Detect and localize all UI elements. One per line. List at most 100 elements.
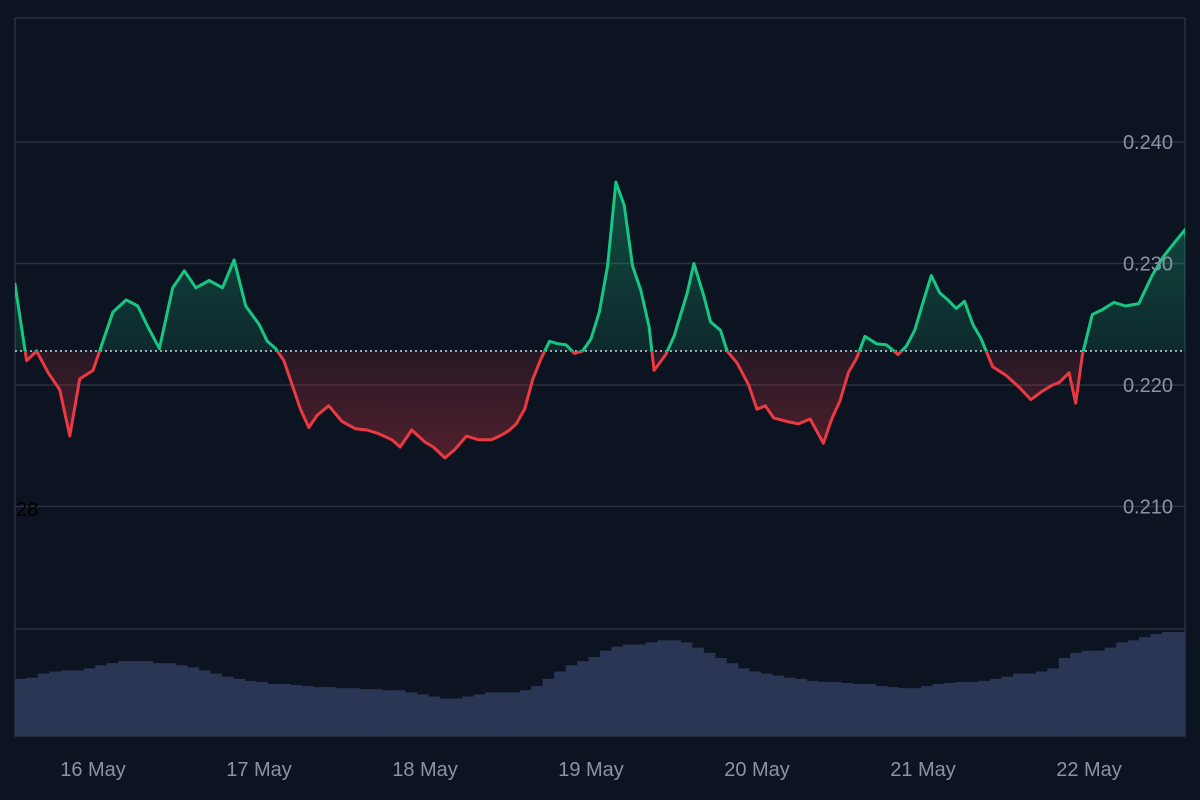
- x-tick-label: 17 May: [226, 759, 292, 781]
- volume-bar: [737, 668, 750, 736]
- volume-bar: [691, 647, 704, 736]
- volume-bar: [634, 644, 647, 736]
- volume-bar: [622, 644, 636, 736]
- volume-bar: [267, 684, 280, 736]
- volume-bar: [221, 676, 234, 736]
- volume-bar: [817, 681, 831, 736]
- y-tick-label: 0.240: [1123, 132, 1173, 154]
- volume-bar: [15, 678, 28, 736]
- volume-bar: [921, 686, 934, 736]
- volume-bar: [531, 686, 544, 736]
- volume-bar: [210, 673, 223, 736]
- volume-bar: [405, 692, 418, 736]
- volume-bar: [978, 680, 991, 736]
- volume-bar: [485, 692, 498, 736]
- volume-bar: [313, 687, 326, 736]
- volume-bar: [141, 661, 154, 736]
- volume-bar: [1012, 673, 1026, 736]
- volume-bar: [898, 688, 911, 736]
- volume-bar: [244, 680, 257, 736]
- volume-bar: [496, 692, 509, 736]
- volume-bar: [382, 690, 395, 736]
- x-tick-label: 22 May: [1056, 759, 1122, 781]
- volume-bar: [175, 665, 188, 736]
- volume-bar: [714, 658, 727, 736]
- volume-bar: [863, 684, 876, 736]
- volume-bar: [1173, 632, 1186, 736]
- price-chart: 0.210 0.220 0.230 0.240 16 May 17 May 18 May 1…: [0, 0, 1200, 800]
- volume-bar: [703, 652, 716, 736]
- volume-bar: [37, 673, 51, 736]
- volume-bar: [806, 680, 819, 736]
- x-tick-label: 19 May: [558, 759, 624, 781]
- y-tick-label: 0.230: [1123, 254, 1173, 276]
- volume-bar: [1058, 658, 1071, 736]
- y-tick-label: 0.210: [1123, 497, 1173, 519]
- volume-bar: [164, 663, 177, 736]
- volume-bar: [645, 642, 658, 736]
- volume-bar: [336, 688, 349, 736]
- volume-bar: [290, 685, 303, 736]
- volume-bar: [278, 684, 291, 736]
- volume-bar: [680, 642, 693, 736]
- volume-bar: [370, 689, 383, 736]
- volume-bar: [508, 692, 521, 736]
- volume-bar: [875, 686, 888, 736]
- volume-bar: [783, 677, 796, 736]
- volume-bar: [49, 671, 62, 736]
- volume-bar: [1104, 647, 1117, 736]
- volume-bar: [26, 677, 39, 736]
- volume-bar: [588, 656, 601, 736]
- volume-bar: [519, 690, 532, 736]
- volume-bar: [554, 671, 567, 736]
- volume-bar: [944, 682, 957, 736]
- volume-bar: [657, 640, 670, 736]
- volume-bar: [198, 670, 211, 736]
- volume-bar: [795, 678, 808, 736]
- volume-bar: [462, 696, 475, 736]
- volume-bar: [187, 667, 200, 736]
- volume-bar: [852, 684, 865, 736]
- volume-bar: [967, 681, 980, 736]
- volume-bar: [840, 682, 853, 736]
- volume-bar: [542, 678, 555, 736]
- volume-bar: [1047, 668, 1060, 736]
- volume-bar: [1001, 676, 1014, 736]
- volume-bar: [152, 663, 165, 736]
- volume-bar: [726, 663, 739, 736]
- volume-bar: [1162, 632, 1175, 736]
- volume-bar: [668, 640, 681, 736]
- volume-bar: [106, 663, 119, 736]
- volume-bar: [772, 675, 785, 736]
- volume-bar: [416, 694, 429, 736]
- volume-bar: [886, 687, 899, 736]
- volume-bar: [955, 681, 968, 736]
- volume-bar: [749, 671, 762, 736]
- volume-bar: [324, 687, 337, 736]
- volume-bar: [60, 670, 73, 736]
- volume-bar: [301, 686, 314, 736]
- stray-label: 28: [16, 499, 38, 521]
- volume-bar: [347, 688, 360, 736]
- volume-bar: [1127, 640, 1140, 736]
- volume-bar: [932, 684, 945, 736]
- volume-bar: [255, 681, 268, 736]
- x-tick-label: 20 May: [724, 759, 790, 781]
- volume-bar: [600, 650, 613, 736]
- volume-bar: [990, 678, 1003, 736]
- volume-bar: [118, 661, 131, 736]
- volume-bar: [1150, 634, 1163, 736]
- volume-bar: [439, 698, 452, 736]
- volume-bar: [473, 694, 486, 736]
- volume-bar: [1116, 642, 1129, 736]
- volume-bar: [1035, 671, 1048, 736]
- volume-bar: [129, 661, 142, 736]
- x-tick-label: 21 May: [890, 759, 956, 781]
- volume-bar: [95, 665, 108, 736]
- y-tick-label: 0.220: [1123, 375, 1173, 397]
- x-tick-label: 16 May: [60, 759, 126, 781]
- volume-bar: [1081, 650, 1094, 736]
- volume-bar: [565, 665, 578, 736]
- volume-bar: [577, 661, 590, 736]
- volume-bar: [359, 689, 372, 736]
